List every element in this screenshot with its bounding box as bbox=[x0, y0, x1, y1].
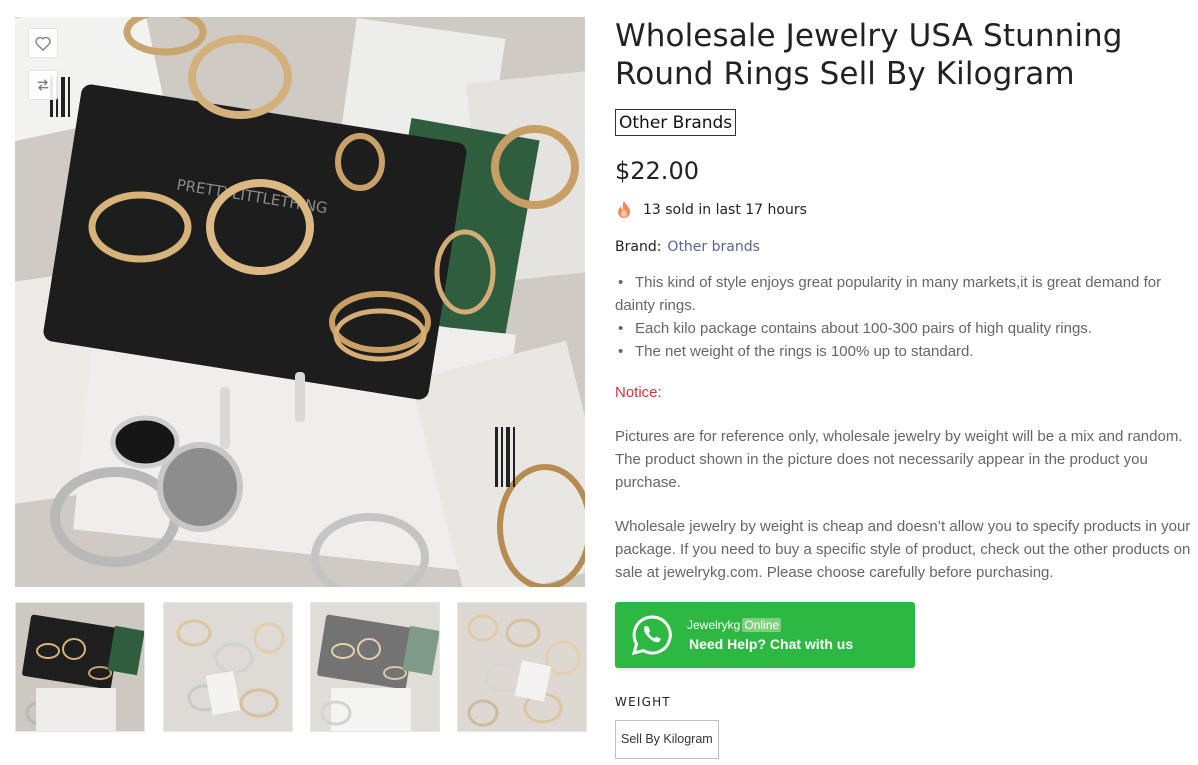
weight-option-button[interactable]: Sell By Kilogram bbox=[615, 720, 719, 759]
brand-label: Brand: bbox=[615, 239, 662, 255]
thumbnail-overlay bbox=[311, 603, 439, 731]
chat-cta: Need Help? Chat with us bbox=[689, 636, 854, 652]
heart-icon bbox=[35, 36, 51, 51]
sold-text: 13 sold in last 17 hours bbox=[643, 202, 807, 218]
thumbnail-1[interactable] bbox=[15, 602, 145, 732]
fire-icon bbox=[618, 201, 630, 218]
chat-text: Jewelrykg Online Need Help? Chat with us bbox=[687, 617, 853, 653]
wishlist-button[interactable] bbox=[28, 28, 58, 58]
product-info: Wholesale Jewelry USA Stunning Round Rin… bbox=[615, 17, 1195, 759]
weight-label: WEIGHT bbox=[615, 695, 671, 709]
chat-agent-line: Jewelrykg Online bbox=[687, 617, 853, 633]
thumbnail-strip bbox=[15, 602, 587, 732]
product-price: $22.00 bbox=[615, 157, 699, 185]
sold-counter: 13 sold in last 17 hours bbox=[615, 200, 1195, 220]
notice-paragraph-1: Pictures are for reference only, wholesa… bbox=[615, 428, 1183, 491]
list-item: • The net weight of the rings is 100% up … bbox=[615, 340, 1195, 363]
bullet-dot: • bbox=[618, 343, 624, 360]
brand-line: Brand: Other brands bbox=[615, 237, 1195, 257]
bullet-dot: • bbox=[618, 274, 624, 291]
bullet-text: This kind of style enjoys great populari… bbox=[615, 274, 1162, 314]
chat-status-badge: Online bbox=[742, 618, 782, 632]
notice-paragraph-2: Wholesale jewelry by weight is cheap and… bbox=[615, 518, 1191, 581]
thumbnail-2[interactable] bbox=[163, 602, 293, 732]
compare-arrows-icon bbox=[37, 79, 49, 91]
product-title-line1: Wholesale Jewelry USA Stunning bbox=[615, 18, 1123, 54]
bullet-text: The net weight of the rings is 100% up t… bbox=[635, 343, 974, 360]
thumbnail-3[interactable] bbox=[310, 602, 440, 732]
thumbnail-4[interactable] bbox=[457, 602, 587, 732]
list-item: • This kind of style enjoys great popular… bbox=[615, 271, 1195, 317]
thumbnail-overlay bbox=[458, 603, 586, 731]
description-bullets: • This kind of style enjoys great popular… bbox=[615, 271, 1195, 363]
whatsapp-chat-button[interactable]: Jewelrykg Online Need Help? Chat with us bbox=[615, 602, 915, 668]
bullet-dot: • bbox=[618, 320, 624, 337]
thumbnail-1-image bbox=[16, 603, 144, 731]
rings-photo: PRETTYLITTLETHING bbox=[15, 17, 585, 587]
product-title: Wholesale Jewelry USA Stunning Round Rin… bbox=[615, 17, 1195, 93]
compare-button[interactable] bbox=[28, 70, 58, 100]
brand-link[interactable]: Other brands bbox=[667, 239, 759, 255]
product-title-line2: Round Rings Sell By Kilogram bbox=[615, 56, 1075, 92]
whatsapp-icon bbox=[631, 615, 672, 656]
chat-agent-name: Jewelrykg bbox=[687, 618, 741, 632]
notice-heading: Notice: bbox=[615, 384, 662, 401]
thumbnail-overlay bbox=[164, 603, 292, 731]
list-item: • Each kilo package contains about 100-30… bbox=[615, 317, 1195, 340]
brand-tag[interactable]: Other Brands bbox=[615, 109, 737, 136]
product-main-image[interactable]: PRETTYLITTLETHING bbox=[15, 17, 585, 587]
bullet-text: Each kilo package contains about 100-300… bbox=[635, 320, 1092, 337]
